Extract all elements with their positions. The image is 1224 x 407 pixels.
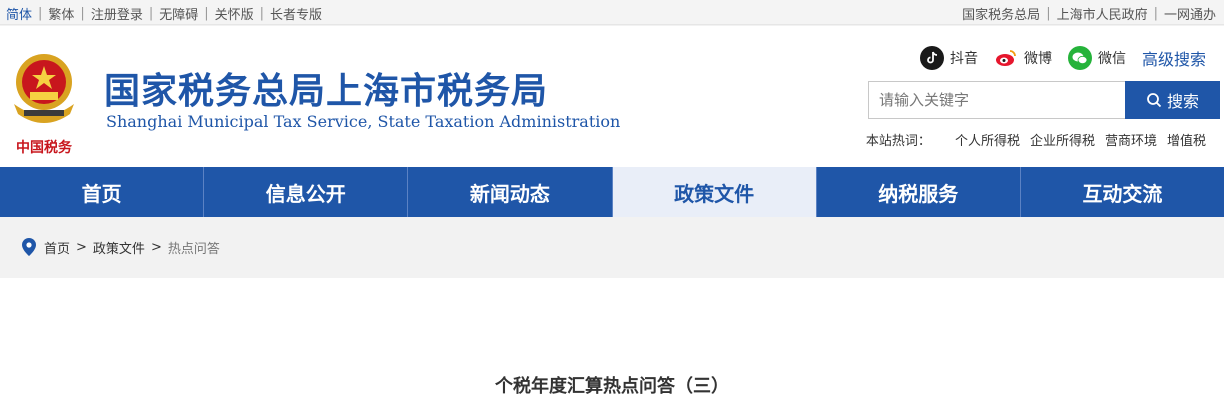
- sta-link[interactable]: 国家税务总局: [962, 4, 1040, 23]
- weibo-link[interactable]: 微博: [993, 46, 1052, 70]
- one-net-link[interactable]: 一网通办: [1164, 4, 1216, 23]
- breadcrumb-current: 热点问答: [167, 241, 220, 257]
- breadcrumb-policy[interactable]: 政策文件: [93, 238, 145, 257]
- wechat-icon: [1067, 46, 1092, 70]
- elder-version-link[interactable]: 长者专版: [270, 4, 322, 23]
- breadcrumb: 首页 > 政策文件 > 热点问答: [0, 217, 1224, 277]
- separator: |: [148, 6, 154, 21]
- hot-word-item[interactable]: 营商环境: [1105, 130, 1157, 149]
- hot-word-item[interactable]: 企业所得税: [1030, 130, 1095, 149]
- wechat-link[interactable]: 微信: [1067, 46, 1126, 70]
- hot-words: 本站热词： 个人所得税 企业所得税 营商环境 增值税: [866, 130, 1206, 149]
- separator: |: [80, 6, 85, 21]
- page: 简体 | 繁体 | 注册登录 | 无障碍 | 关怀版 | 长者专版 国家税务总局…: [0, 0, 1224, 407]
- site-subtitle: Shanghai Municipal Tax Service, State Ta…: [106, 112, 621, 131]
- weibo-icon: [993, 46, 1018, 70]
- accessibility-link[interactable]: 无障碍: [159, 4, 198, 23]
- traditional-link[interactable]: 繁体: [48, 4, 74, 23]
- breadcrumb-separator: >: [150, 239, 162, 255]
- search-button[interactable]: 搜索: [1125, 81, 1220, 119]
- location-pin-icon: [22, 238, 36, 256]
- simplified-link[interactable]: 简体: [6, 4, 32, 23]
- separator: |: [259, 6, 265, 21]
- separator: |: [204, 6, 209, 21]
- separator: |: [1153, 6, 1158, 21]
- search-box: 搜索: [868, 81, 1220, 119]
- emblem-caption: 中国税务: [16, 139, 73, 156]
- site-title[interactable]: 国家税务总局上海市税务局: [104, 62, 548, 114]
- nav-tab-home[interactable]: 首页: [0, 167, 205, 217]
- nav-tab-news[interactable]: 新闻动态: [408, 167, 613, 217]
- article-content: 个税年度汇算热点问答（三）: [0, 278, 1224, 407]
- separator: |: [38, 6, 43, 21]
- language-links: 简体 | 繁体 | 注册登录 | 无障碍 | 关怀版 | 长者专版: [6, 4, 322, 23]
- breadcrumb-separator: >: [76, 239, 87, 255]
- nav-tab-tax-service[interactable]: 纳税服务: [817, 167, 1021, 217]
- douyin-icon: [919, 46, 944, 70]
- nav-tab-interaction[interactable]: 互动交流: [1021, 167, 1224, 217]
- douyin-link[interactable]: 抖音: [919, 46, 978, 70]
- weibo-label: 微博: [1023, 51, 1052, 67]
- care-version-link[interactable]: 关怀版: [215, 4, 254, 23]
- advanced-search-link[interactable]: 高级搜索: [1142, 46, 1206, 70]
- search-input[interactable]: [868, 81, 1125, 119]
- article-title: 个税年度汇算热点问答（三）: [495, 376, 729, 397]
- tax-emblem-icon[interactable]: 中国税务: [4, 40, 84, 160]
- hot-word-item[interactable]: 个人所得税: [955, 130, 1020, 149]
- wechat-label: 微信: [1097, 51, 1126, 67]
- external-links: 国家税务总局 | 上海市人民政府 | 一网通办: [962, 4, 1216, 23]
- search-icon: [1147, 93, 1162, 108]
- hot-word-item[interactable]: 增值税: [1167, 130, 1206, 149]
- main-nav: 首页 信息公开 新闻动态 政策文件 纳税服务 互动交流: [0, 167, 1224, 217]
- site-header: 中国税务 国家税务总局上海市税务局 Shanghai Municipal Tax…: [0, 26, 1224, 167]
- social-links: 抖音 微博 微信 高级搜索: [904, 46, 1206, 70]
- separator: |: [1046, 6, 1051, 21]
- douyin-label: 抖音: [949, 51, 978, 67]
- register-login-link[interactable]: 注册登录: [91, 4, 143, 23]
- shanghai-gov-link[interactable]: 上海市人民政府: [1057, 4, 1148, 23]
- search-button-label: 搜索: [1166, 92, 1199, 111]
- breadcrumb-home[interactable]: 首页: [44, 238, 70, 257]
- top-utility-bar: 简体 | 繁体 | 注册登录 | 无障碍 | 关怀版 | 长者专版 国家税务总局…: [0, 0, 1224, 25]
- hot-words-label: 本站热词：: [865, 134, 931, 149]
- nav-tab-policy[interactable]: 政策文件: [612, 167, 817, 217]
- nav-tab-info-disclosure[interactable]: 信息公开: [204, 167, 409, 217]
